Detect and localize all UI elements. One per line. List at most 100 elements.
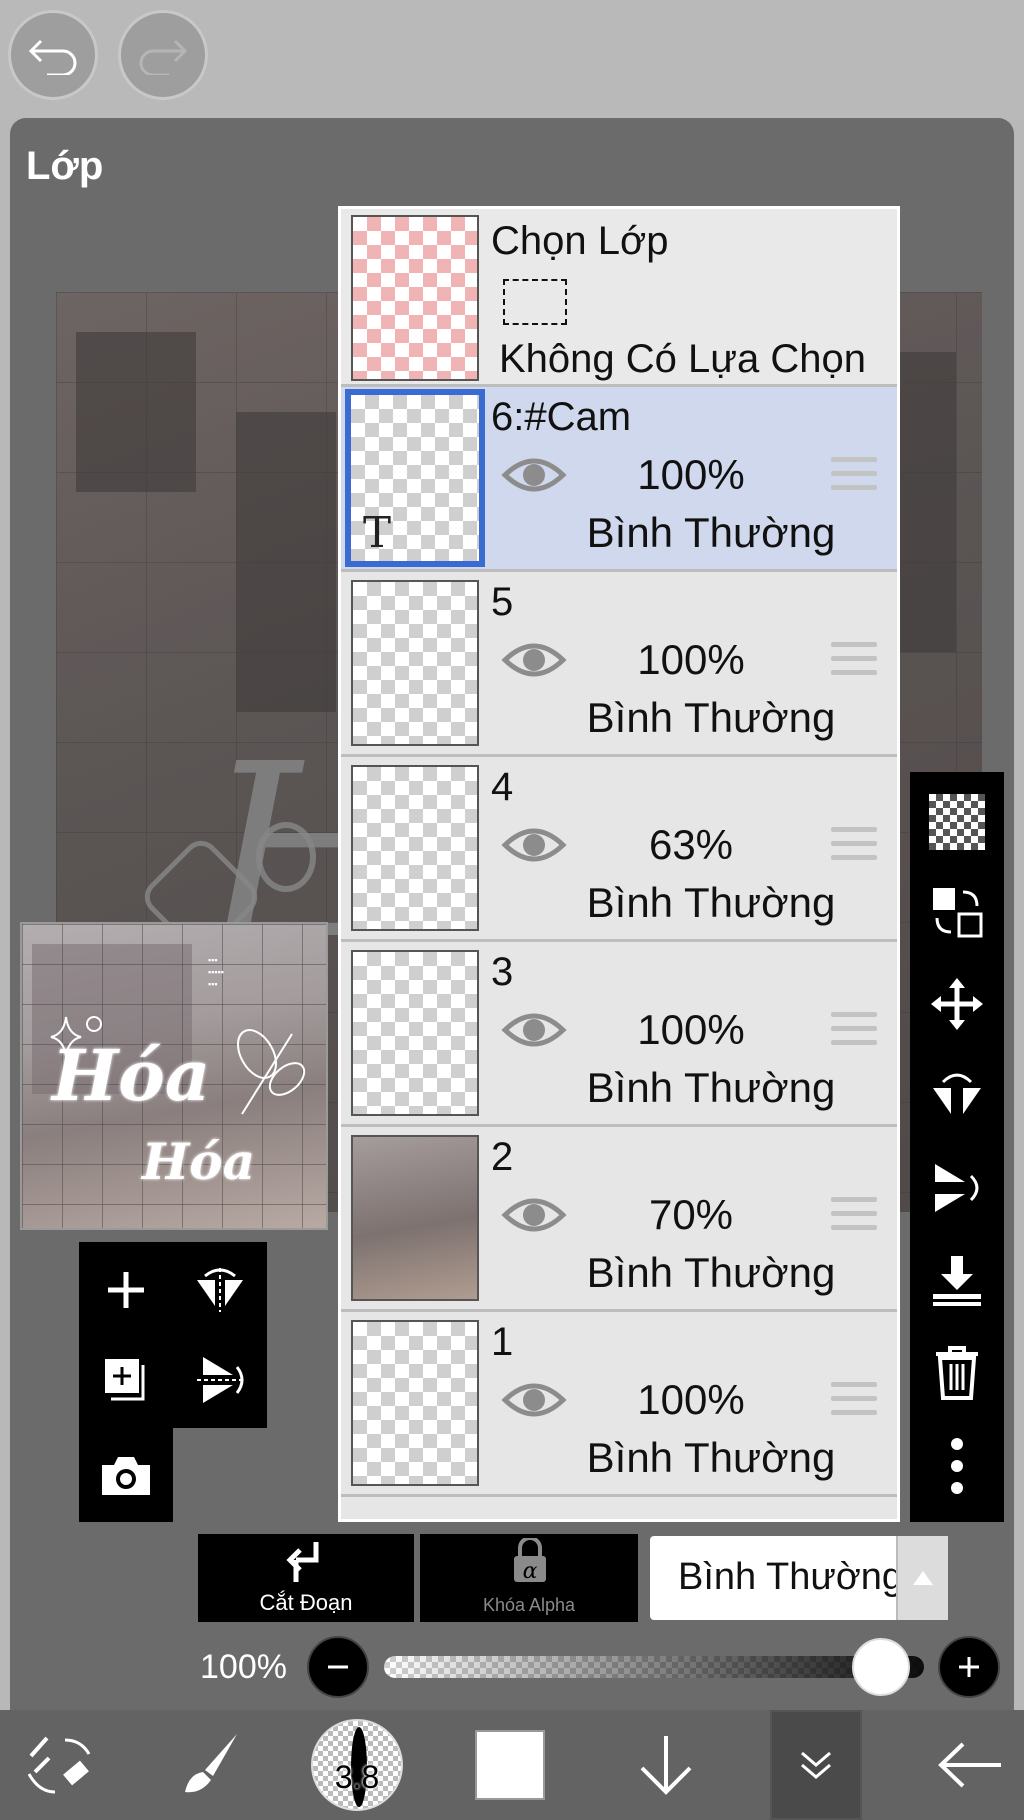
visibility-eye-icon[interactable] <box>501 823 567 867</box>
layer-opacity: 100% <box>637 636 745 683</box>
swap-layer-icon <box>933 888 983 938</box>
transform-button[interactable] <box>10 1710 110 1820</box>
blend-mode-arrow-button[interactable] <box>896 1536 948 1620</box>
panel-title: Lớp <box>26 144 104 188</box>
layer-opacity: 100% <box>637 1376 745 1423</box>
selection-marquee-icon <box>503 279 567 325</box>
visibility-eye-icon[interactable] <box>501 638 567 682</box>
flip-vertical-button[interactable] <box>180 1340 260 1420</box>
arrow-down-button[interactable] <box>616 1710 716 1820</box>
layer-row[interactable]: 3 100% Bình Thường <box>341 942 897 1127</box>
visibility-eye-icon[interactable] <box>501 1378 567 1422</box>
alpha-lock-button[interactable]: α Khóa Alpha <box>420 1534 638 1622</box>
brush-size-button[interactable]: 3.8 <box>306 1710 408 1820</box>
back-arrow-icon <box>938 1742 1001 1788</box>
app-root: Lớp H ▪▪▪ ▪▪▪▪▪ ▪▪▪ Hóa Hóa Chọn Lớp Khô… <box>0 0 1024 1820</box>
opacity-label: 100% <box>200 1648 287 1686</box>
layer-opacity: 63% <box>648 821 734 868</box>
blend-mode-select[interactable]: Bình Thường <box>650 1536 948 1620</box>
swap-layer-button[interactable] <box>917 872 997 952</box>
more-options-button[interactable] <box>917 1426 997 1506</box>
layer-list: Chọn Lớp Không Có Lựa Chọn T 6:#Cam 100% Bì… <box>338 206 900 1522</box>
layer-blend-mode: Bình Thường <box>586 1434 836 1481</box>
visibility-eye-icon[interactable] <box>501 1008 567 1052</box>
layer-opacity: 70% <box>648 1191 734 1238</box>
selection-status: Không Có Lựa Chọn <box>499 337 867 381</box>
merge-down-icon <box>933 1256 981 1306</box>
canvas-preview[interactable]: ▪▪▪ ▪▪▪▪▪ ▪▪▪ Hóa Hóa <box>20 922 328 1230</box>
selection-layer-row[interactable]: Chọn Lớp Không Có Lựa Chọn <box>341 209 897 387</box>
brush-size-icon: 3.8 <box>311 1719 403 1811</box>
drag-handle-icon[interactable] <box>831 1382 877 1418</box>
selection-layer-name: Chọn Lớp <box>491 219 669 263</box>
right-tool-strip <box>910 772 1004 1522</box>
flip-horizontal-icon <box>197 1268 243 1312</box>
copy-layer-icon <box>105 1359 145 1401</box>
layer-thumbnail <box>351 580 479 746</box>
text-layer-icon: T <box>363 508 392 557</box>
more-icon <box>951 1438 963 1494</box>
layer-row[interactable]: 5 100% Bình Thường <box>341 572 897 757</box>
layer-name: 4 <box>491 765 514 809</box>
opacity-slider-knob[interactable] <box>852 1638 910 1696</box>
flip-vertical-rotate-icon <box>935 1164 979 1212</box>
layer-opacity: 100% <box>637 451 745 498</box>
brush-button[interactable] <box>160 1710 260 1820</box>
opacity-slider-track[interactable] <box>384 1656 924 1678</box>
opacity-decrease-button[interactable] <box>307 1636 369 1698</box>
copy-layer-button[interactable] <box>86 1340 166 1420</box>
transparent-layer-button[interactable] <box>917 782 997 862</box>
drag-handle-icon[interactable] <box>831 1012 877 1048</box>
redo-icon <box>139 39 188 75</box>
redo-button[interactable] <box>118 10 208 100</box>
drag-handle-icon[interactable] <box>831 827 877 863</box>
visibility-eye-icon[interactable] <box>501 1193 567 1237</box>
brush-size-value: 3.8 <box>334 1759 380 1795</box>
selection-layer-thumbnail <box>351 215 479 381</box>
minus-icon <box>328 1665 348 1669</box>
layers-collapse-icon <box>801 1751 831 1779</box>
layer-row[interactable]: 2 70% Bình Thường <box>341 1127 897 1312</box>
blend-mode-value: Bình Thường <box>678 1556 904 1598</box>
layer-thumbnail <box>351 1135 479 1301</box>
opacity-increase-button[interactable] <box>938 1636 1000 1698</box>
undo-icon <box>28 39 77 75</box>
layer-blend-mode: Bình Thường <box>586 1064 836 1111</box>
layer-blend-mode: Bình Thường <box>586 1249 836 1296</box>
delete-layer-button[interactable] <box>917 1332 997 1412</box>
drag-handle-icon[interactable] <box>831 457 877 493</box>
clipping-button[interactable]: Cắt Đoạn <box>198 1534 414 1622</box>
camera-button[interactable] <box>86 1436 166 1516</box>
flip-horizontal-button[interactable] <box>180 1250 260 1330</box>
sparkle-icon <box>50 1016 102 1058</box>
flip-vertical-icon <box>197 1357 244 1403</box>
drag-handle-icon[interactable] <box>831 642 877 678</box>
back-button[interactable] <box>920 1710 1020 1820</box>
layer-row[interactable]: 1 100% Bình Thường <box>341 1312 897 1497</box>
layers-button[interactable] <box>770 1710 862 1820</box>
add-layer-button[interactable] <box>86 1250 166 1330</box>
brush-icon <box>185 1734 237 1793</box>
visibility-eye-icon[interactable] <box>501 453 567 497</box>
layer-row[interactable]: T 6:#Cam 100% Bình Thường <box>341 387 897 572</box>
layer-row[interactable]: 4 63% Bình Thường <box>341 757 897 942</box>
trash-icon <box>936 1346 978 1400</box>
flip-vertical-rotate-button[interactable] <box>917 1148 997 1228</box>
layer-name: 6:#Cam <box>491 395 632 439</box>
layer-opacity: 100% <box>637 1006 745 1053</box>
layer-blend-mode: Bình Thường <box>586 879 836 926</box>
drag-handle-icon[interactable] <box>831 1197 877 1233</box>
undo-button[interactable] <box>8 10 98 100</box>
layer-name: 5 <box>491 580 514 624</box>
preview-small-text: ▪▪▪ ▪▪▪▪▪ ▪▪▪ <box>208 955 224 989</box>
rotate-flip-button[interactable] <box>917 1056 997 1136</box>
layer-name: 3 <box>491 950 514 994</box>
color-button[interactable] <box>470 1710 550 1820</box>
clipping-icon <box>286 1542 319 1582</box>
add-layer-icon <box>108 1272 144 1308</box>
rotate-flip-icon <box>933 1073 981 1114</box>
move-button[interactable] <box>917 964 997 1044</box>
merge-down-button[interactable] <box>917 1240 997 1320</box>
layer-blend-mode: Bình Thường <box>586 509 836 556</box>
alpha-lock-label: Khóa Alpha <box>482 1595 576 1615</box>
